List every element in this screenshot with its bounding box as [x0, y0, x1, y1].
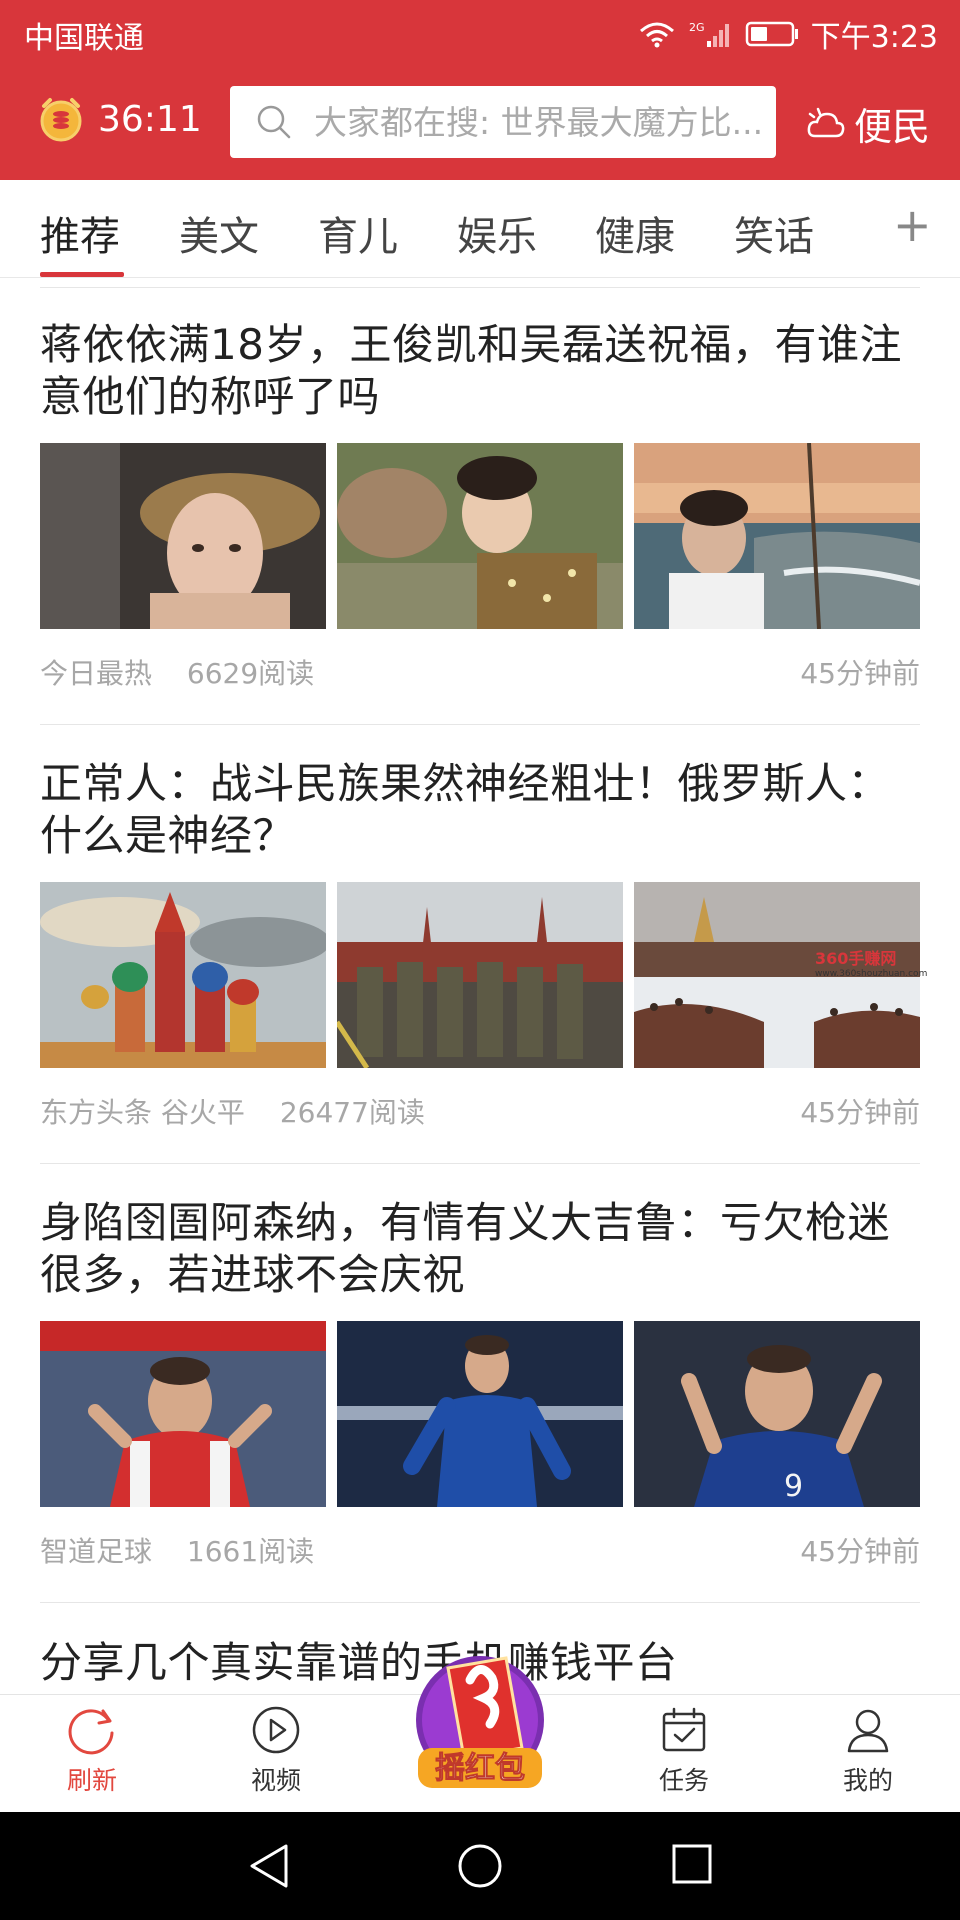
article-reads: 6629阅读 — [186, 657, 315, 690]
nav-refresh[interactable]: 刷新 — [32, 1703, 152, 1797]
boy-at-seaside-photo — [634, 443, 920, 629]
article-thumbnail[interactable] — [40, 882, 326, 1068]
status-icons: 2G 下午3:23 — [637, 12, 938, 56]
watermark-logo: 360手赚网 www.360shouzhuan.com — [815, 945, 927, 979]
shake-label: 摇红包 — [435, 1751, 525, 1786]
article-time: 45分钟前 — [800, 1096, 920, 1129]
boy-with-deer-photo — [337, 443, 623, 629]
article-thumbnail[interactable] — [40, 443, 326, 629]
nav-label: 任务 — [658, 1766, 709, 1795]
tab-essays[interactable]: 美文 — [179, 204, 259, 262]
carrier-name: 中国联通 — [24, 21, 144, 56]
article-reads: 1661阅读 — [186, 1535, 315, 1568]
calendar-check-icon — [662, 1707, 706, 1752]
girl-in-hat-photo — [40, 443, 326, 629]
article-thumbnail[interactable] — [40, 1321, 326, 1507]
active-tab-indicator — [40, 272, 124, 277]
wifi-icon — [639, 22, 674, 48]
clock: 下午3:23 — [810, 20, 938, 55]
app-header: 36:11 便民 — [0, 66, 960, 180]
home-icon[interactable] — [456, 1842, 504, 1890]
article-source: 东方头条 谷火平 — [40, 1096, 245, 1129]
category-tabs: 推荐 美文 育儿 娱乐 健康 笑话 + — [0, 180, 960, 278]
player-arsenal-photo — [40, 1321, 326, 1507]
convenience-service-button[interactable]: 便民 — [806, 96, 930, 151]
shake-red-packet-button[interactable]: 摇红包 — [410, 1640, 550, 1800]
battery-icon — [745, 21, 798, 47]
search-input[interactable] — [314, 102, 774, 142]
system-navigation-bar — [0, 1812, 960, 1920]
divider — [40, 1163, 920, 1164]
soldiers-marching-photo — [337, 882, 623, 1068]
article-source: 今日最热 — [40, 657, 153, 690]
article-thumbnail[interactable] — [337, 443, 623, 629]
article-card[interactable]: 蒋依依满18岁，王俊凯和吴磊送祝福，有谁注意他们的称呼了吗 今日最热 6629阅… — [40, 319, 920, 725]
back-icon[interactable] — [246, 1842, 292, 1890]
red-packet-icon: 摇红包 — [416, 1656, 544, 1788]
svg-text:9: 9 — [784, 1469, 803, 1504]
tab-recommend[interactable]: 推荐 — [40, 204, 120, 262]
status-bar: 中国联通 2G 下午3:23 — [0, 0, 960, 66]
article-source: 智道足球 — [40, 1535, 153, 1568]
tab-jokes[interactable]: 笑话 — [734, 204, 814, 262]
news-feed[interactable]: 蒋依依满18岁，王俊凯和吴磊送祝福，有谁注意他们的称呼了吗 今日最热 6629阅… — [0, 279, 960, 1694]
tab-entertainment[interactable]: 娱乐 — [457, 204, 537, 262]
weather-cloud-icon — [807, 107, 845, 137]
divider — [40, 1602, 920, 1603]
timer-text: 36:11 — [98, 98, 202, 140]
article-thumbnail[interactable]: 9 — [634, 1321, 920, 1507]
article-time: 45分钟前 — [800, 657, 920, 690]
divider — [40, 724, 920, 725]
watermark-url: www.360shouzhuan.com — [815, 969, 928, 979]
coin-timer[interactable]: 36:11 — [36, 94, 202, 144]
play-icon — [252, 1706, 300, 1754]
article-reads: 26477阅读 — [279, 1096, 425, 1129]
article-card[interactable]: 身陷囹圄阿森纳，有情有义大吉鲁：亏欠枪迷很多，若进球不会庆祝 9 智道足球 16… — [40, 1197, 920, 1603]
player-france-photo: 9 — [634, 1321, 920, 1507]
nav-label: 刷新 — [66, 1766, 117, 1795]
search-icon — [257, 105, 291, 139]
player-chelsea-photo — [337, 1321, 623, 1507]
search-box[interactable] — [230, 86, 776, 158]
signal-icon: 2G — [689, 21, 729, 47]
divider — [40, 287, 920, 288]
tab-parenting[interactable]: 育儿 — [318, 204, 398, 262]
convenience-label: 便民 — [853, 105, 930, 149]
article-meta: 今日最热 6629阅读 45分钟前 — [40, 652, 920, 692]
nav-tasks[interactable]: 任务 — [624, 1703, 744, 1797]
watermark-title: 360手赚网 — [815, 949, 897, 968]
add-tab-button[interactable]: + — [893, 198, 932, 252]
nav-label: 我的 — [842, 1766, 893, 1795]
user-icon — [847, 1709, 889, 1753]
coin-alarm-icon — [40, 98, 82, 142]
network-type-label: 2G — [689, 21, 705, 34]
nav-profile[interactable]: 我的 — [808, 1703, 928, 1797]
article-thumbnail[interactable] — [634, 443, 920, 629]
article-time: 45分钟前 — [800, 1535, 920, 1568]
article-title[interactable]: 正常人：战斗民族果然神经粗壮！俄罗斯人：什么是神经？ — [40, 758, 920, 862]
refresh-icon — [68, 1709, 114, 1755]
nav-video[interactable]: 视频 — [216, 1703, 336, 1797]
article-thumbnail[interactable] — [337, 1321, 623, 1507]
article-meta: 东方头条 谷火平 26477阅读 45分钟前 — [40, 1091, 920, 1131]
st-basils-cathedral-photo — [40, 882, 326, 1068]
article-meta: 智道足球 1661阅读 45分钟前 — [40, 1530, 920, 1570]
article-card[interactable]: 正常人：战斗民族果然神经粗壮！俄罗斯人：什么是神经？ 东方头条 谷火平 2647… — [40, 758, 920, 1164]
article-title[interactable]: 身陷囹圄阿森纳，有情有义大吉鲁：亏欠枪迷很多，若进球不会庆祝 — [40, 1197, 920, 1301]
tab-health[interactable]: 健康 — [595, 204, 675, 262]
article-title[interactable]: 蒋依依满18岁，王俊凯和吴磊送祝福，有谁注意他们的称呼了吗 — [40, 319, 920, 423]
recent-apps-icon[interactable] — [670, 1842, 714, 1886]
nav-label: 视频 — [250, 1766, 301, 1795]
article-thumbnail[interactable] — [337, 882, 623, 1068]
